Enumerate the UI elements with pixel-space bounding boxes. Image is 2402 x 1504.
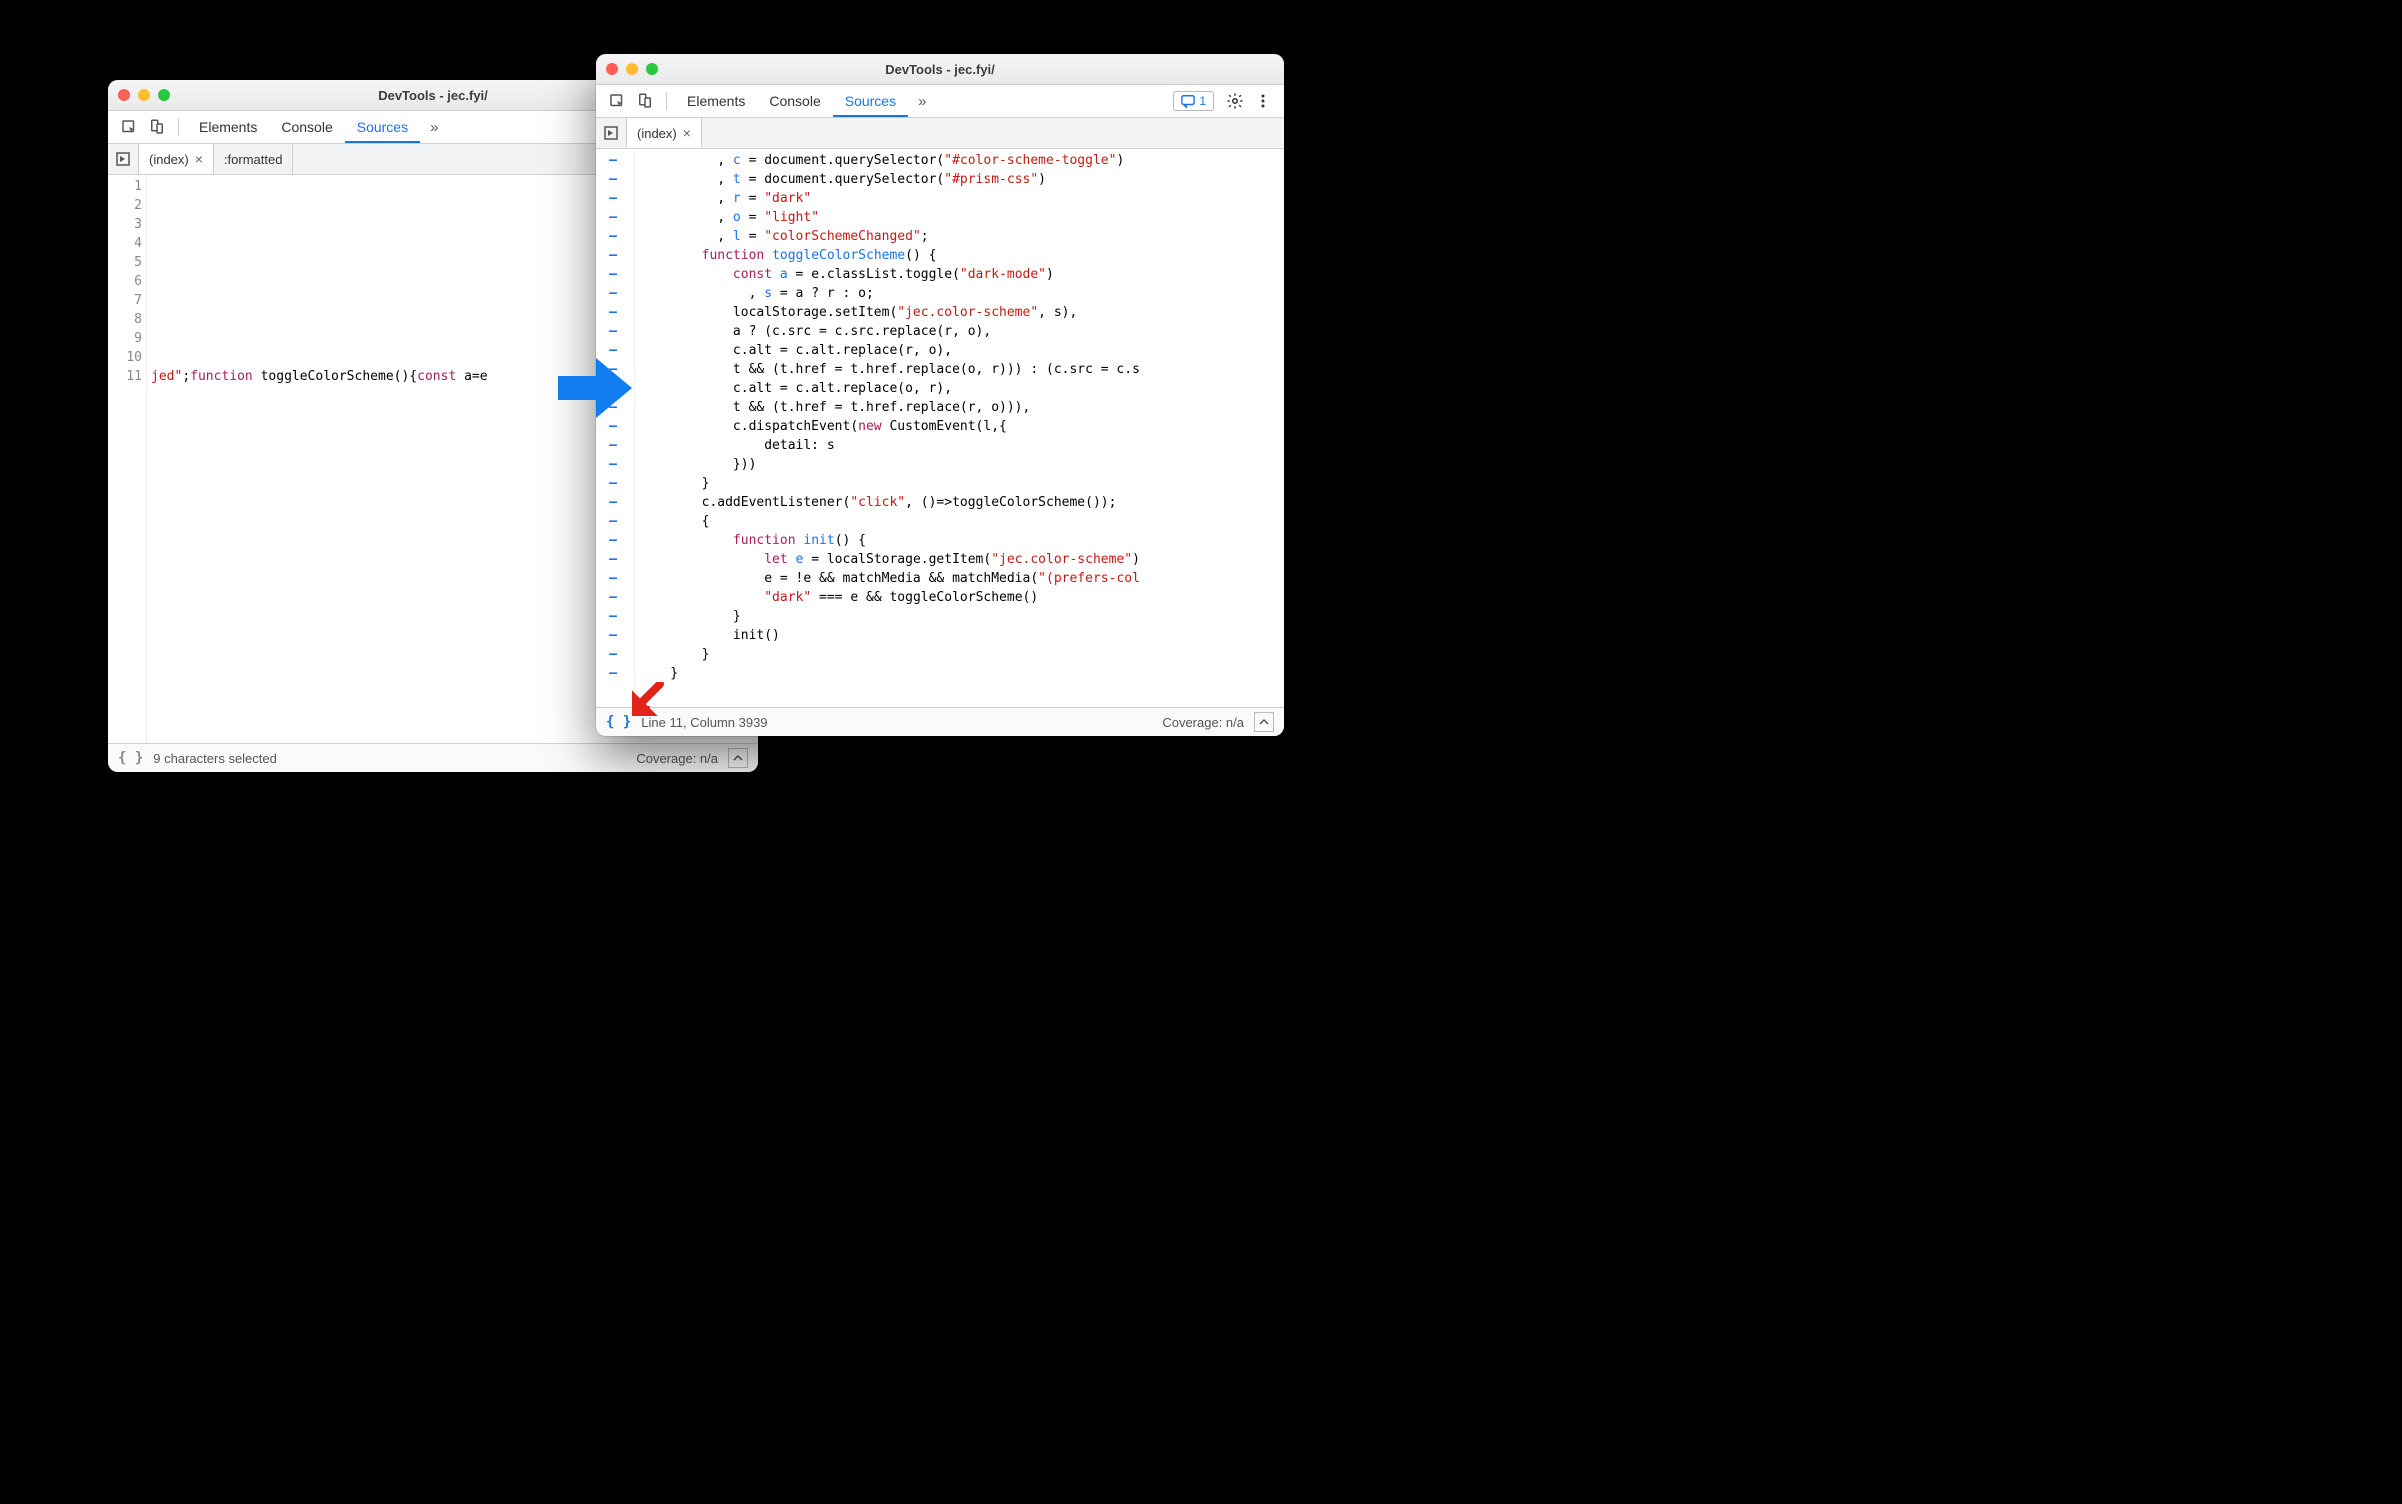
pretty-print-icon[interactable]: { } (606, 714, 631, 730)
line-gutter: 1234567891011 (108, 175, 147, 743)
traffic-lights (606, 63, 658, 75)
navigator-icon[interactable] (108, 144, 139, 174)
code-area[interactable]: , c = document.querySelector("#color-sch… (635, 149, 1140, 707)
file-tab-label: (index) (637, 126, 677, 141)
tab-console[interactable]: Console (757, 87, 832, 116)
device-icon[interactable] (144, 115, 170, 139)
file-tabbar: (index) × (596, 118, 1284, 149)
more-tabs-icon[interactable]: » (910, 87, 934, 116)
arrow-icon (632, 682, 666, 716)
main-toolbar: Elements Console Sources » 1 (596, 85, 1284, 118)
inspect-icon[interactable] (116, 115, 142, 139)
file-tab-index[interactable]: (index) × (139, 144, 214, 174)
code-area[interactable]: jed";function toggleColorScheme(){const … (147, 175, 488, 743)
minimize-icon[interactable] (626, 63, 638, 75)
navigator-icon[interactable] (596, 118, 627, 148)
titlebar[interactable]: DevTools - jec.fyi/ (596, 54, 1284, 85)
status-cursor: Line 11, Column 3939 (641, 715, 767, 730)
device-icon[interactable] (632, 89, 658, 113)
traffic-lights (118, 89, 170, 101)
fold-gutter[interactable]: –––––––––––––––––––––––––––– (596, 149, 635, 707)
gear-icon[interactable] (1222, 92, 1248, 110)
statusbar: { } 9 characters selected Coverage: n/a (108, 743, 758, 772)
file-tab-label: (index) (149, 152, 189, 167)
tab-sources[interactable]: Sources (833, 87, 908, 117)
pretty-print-icon[interactable]: { } (118, 750, 143, 766)
close-icon[interactable]: × (195, 152, 203, 166)
tab-elements[interactable]: Elements (675, 87, 757, 116)
devtools-window-right: DevTools - jec.fyi/ Elements Console Sou… (596, 54, 1284, 736)
status-coverage: Coverage: n/a (636, 751, 718, 766)
issues-badge[interactable]: 1 (1173, 91, 1214, 111)
inspect-icon[interactable] (604, 89, 630, 113)
separator (666, 92, 667, 110)
separator (178, 118, 179, 136)
arrow-icon (558, 358, 632, 418)
more-tabs-icon[interactable]: » (422, 113, 446, 142)
close-icon[interactable] (606, 63, 618, 75)
zoom-icon[interactable] (646, 63, 658, 75)
tab-elements[interactable]: Elements (187, 113, 269, 142)
file-tab-label: :formatted (224, 152, 283, 167)
tab-sources[interactable]: Sources (345, 113, 420, 143)
panel-tabs: Elements Console Sources (187, 113, 420, 142)
window-title: DevTools - jec.fyi/ (596, 62, 1284, 77)
tab-console[interactable]: Console (269, 113, 344, 142)
close-icon[interactable] (118, 89, 130, 101)
panel-tabs: Elements Console Sources (675, 87, 908, 116)
status-coverage: Coverage: n/a (1162, 715, 1244, 730)
minimize-icon[interactable] (138, 89, 150, 101)
code-editor[interactable]: –––––––––––––––––––––––––––– , c = docum… (596, 149, 1284, 707)
show-drawer-icon[interactable] (1254, 712, 1274, 732)
status-selection: 9 characters selected (153, 751, 277, 766)
close-icon[interactable]: × (683, 126, 691, 140)
file-tab-formatted[interactable]: :formatted (214, 144, 294, 174)
kebab-icon[interactable] (1250, 93, 1276, 109)
show-drawer-icon[interactable] (728, 748, 748, 768)
zoom-icon[interactable] (158, 89, 170, 101)
statusbar: { } Line 11, Column 3939 Coverage: n/a (596, 707, 1284, 736)
issues-count: 1 (1199, 94, 1206, 108)
file-tab-index[interactable]: (index) × (627, 118, 702, 148)
